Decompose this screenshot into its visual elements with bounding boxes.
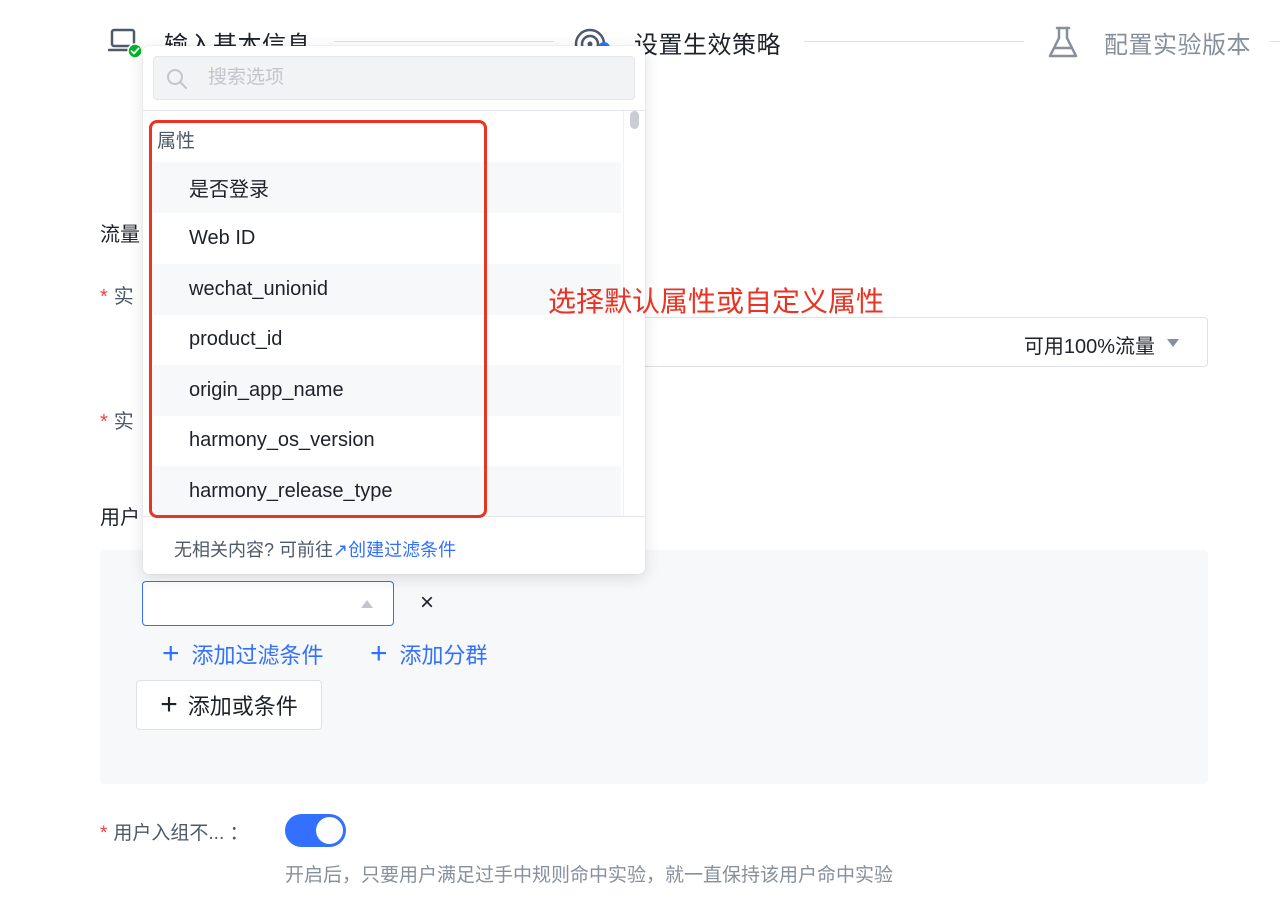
caret-up-icon: [361, 600, 373, 608]
dropdown-search[interactable]: [153, 56, 635, 100]
step-strategy-label: 设置生效策略: [634, 31, 781, 59]
add-or-condition-button[interactable]: + 添加或条件: [136, 680, 322, 730]
add-segment-label: 添加分群: [399, 643, 488, 668]
plus-icon: +: [160, 688, 178, 721]
sticky-entry-label: * 用户入组不... ：: [100, 823, 249, 844]
sticky-entry-hint: 开启后，只要用户满足过手中规则命中实验，就一直保持该用户命中实验: [285, 865, 894, 886]
scrollbar-thumb[interactable]: [630, 111, 639, 129]
annotation-text: 选择默认属性或自定义属性: [548, 286, 885, 317]
add-filter-label: 添加过滤条件: [191, 643, 324, 668]
add-segment-button[interactable]: + 添加分群: [370, 638, 488, 670]
step-versions-label: 配置实验版本: [1104, 31, 1251, 59]
user-section-title: 用户: [100, 507, 140, 529]
external-link-icon: ↗: [333, 540, 349, 560]
search-icon: [167, 69, 187, 89]
traffic-select[interactable]: 可用100%流量: [610, 317, 1208, 367]
step-versions[interactable]: 配置实验版本: [1104, 22, 1251, 62]
experiment-field-label: * 实: [100, 286, 134, 308]
traffic-section-title: 流量: [100, 224, 140, 246]
laptop-check-icon: [108, 28, 143, 59]
step-strategy[interactable]: 设置生效策略: [634, 22, 781, 62]
footer-text: 无相关内容? 可前往↗创建过滤条件: [174, 540, 457, 560]
create-filter-link[interactable]: 创建过滤条件: [348, 540, 456, 560]
annotation-highlight-box: [149, 120, 487, 518]
caret-down-icon: [1167, 339, 1179, 347]
step-connector: [804, 41, 1024, 42]
remove-filter-button[interactable]: ×: [414, 589, 440, 617]
experiment-field-label-2: * 实: [100, 411, 134, 433]
add-filter-button[interactable]: + 添加过滤条件: [162, 638, 324, 670]
step-connector: [334, 41, 554, 42]
step-connector: [1270, 41, 1280, 42]
traffic-select-value: 可用100%流量: [1023, 336, 1155, 358]
add-or-condition-label: 添加或条件: [187, 694, 298, 719]
search-input[interactable]: [208, 63, 608, 93]
filter-attribute-select[interactable]: [142, 581, 394, 626]
sticky-entry-toggle[interactable]: [285, 814, 346, 847]
plus-icon: +: [370, 637, 388, 670]
divider: [143, 110, 645, 111]
plus-icon: +: [162, 637, 180, 670]
toggle-knob: [316, 817, 343, 844]
dropdown-footer: 无相关内容? 可前往↗创建过滤条件: [143, 516, 645, 574]
flask-icon: [1048, 26, 1078, 58]
